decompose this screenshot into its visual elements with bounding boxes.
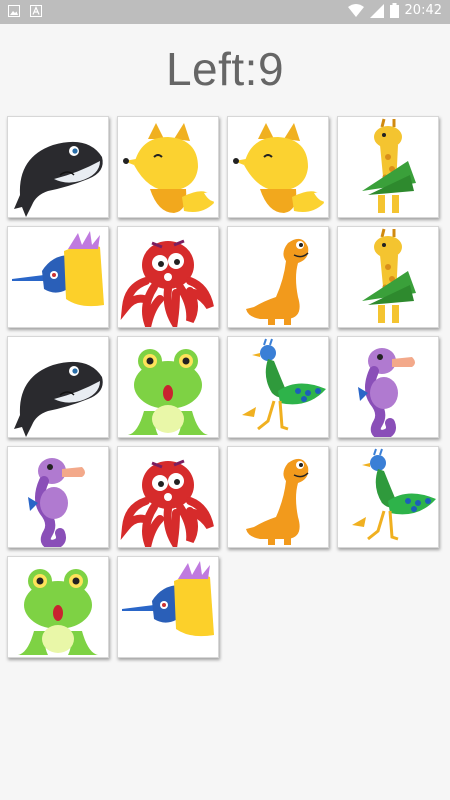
whale-icon [14,141,103,217]
image-icon [8,5,20,17]
giraffe-icon [362,228,416,323]
memory-card[interactable] [7,446,109,548]
frog-icon [18,569,98,655]
battery-icon [389,3,399,18]
memory-card[interactable] [7,556,109,658]
signal-icon [369,3,384,18]
peacock-icon [352,448,436,541]
memory-card[interactable] [337,336,439,438]
memory-card[interactable] [117,226,219,328]
memory-card[interactable] [227,446,329,548]
giraffe-icon [362,118,416,213]
memory-card[interactable] [227,336,329,438]
memory-card[interactable] [117,116,219,218]
memory-card[interactable] [337,226,439,328]
memory-card[interactable] [337,446,439,548]
fox-icon [233,123,326,213]
memory-card[interactable] [7,336,109,438]
fish-icon [122,561,214,637]
pairs-left-title: Left:9 [165,43,285,95]
dinosaur-icon [246,458,309,545]
memory-card[interactable] [7,116,109,218]
whale-icon [14,361,103,437]
seahorse-icon [358,348,415,437]
status-bar: 20:42 [0,0,450,24]
memory-card[interactable] [117,556,219,658]
status-time: 20:42 [404,3,442,18]
peacock-icon [242,338,326,431]
dinosaur-icon [246,238,309,325]
memory-card[interactable] [117,336,219,438]
fox-icon [123,123,216,213]
fish-icon [12,231,104,307]
seahorse-icon [28,458,85,547]
wifi-icon [347,3,364,17]
frog-icon [128,349,208,435]
memory-card[interactable] [7,226,109,328]
memory-card[interactable] [227,116,329,218]
octopus-icon [120,239,214,327]
memory-card[interactable] [227,226,329,328]
memory-card[interactable] [117,446,219,548]
memory-card[interactable] [337,116,439,218]
text-icon [30,5,42,17]
octopus-icon [120,459,214,547]
